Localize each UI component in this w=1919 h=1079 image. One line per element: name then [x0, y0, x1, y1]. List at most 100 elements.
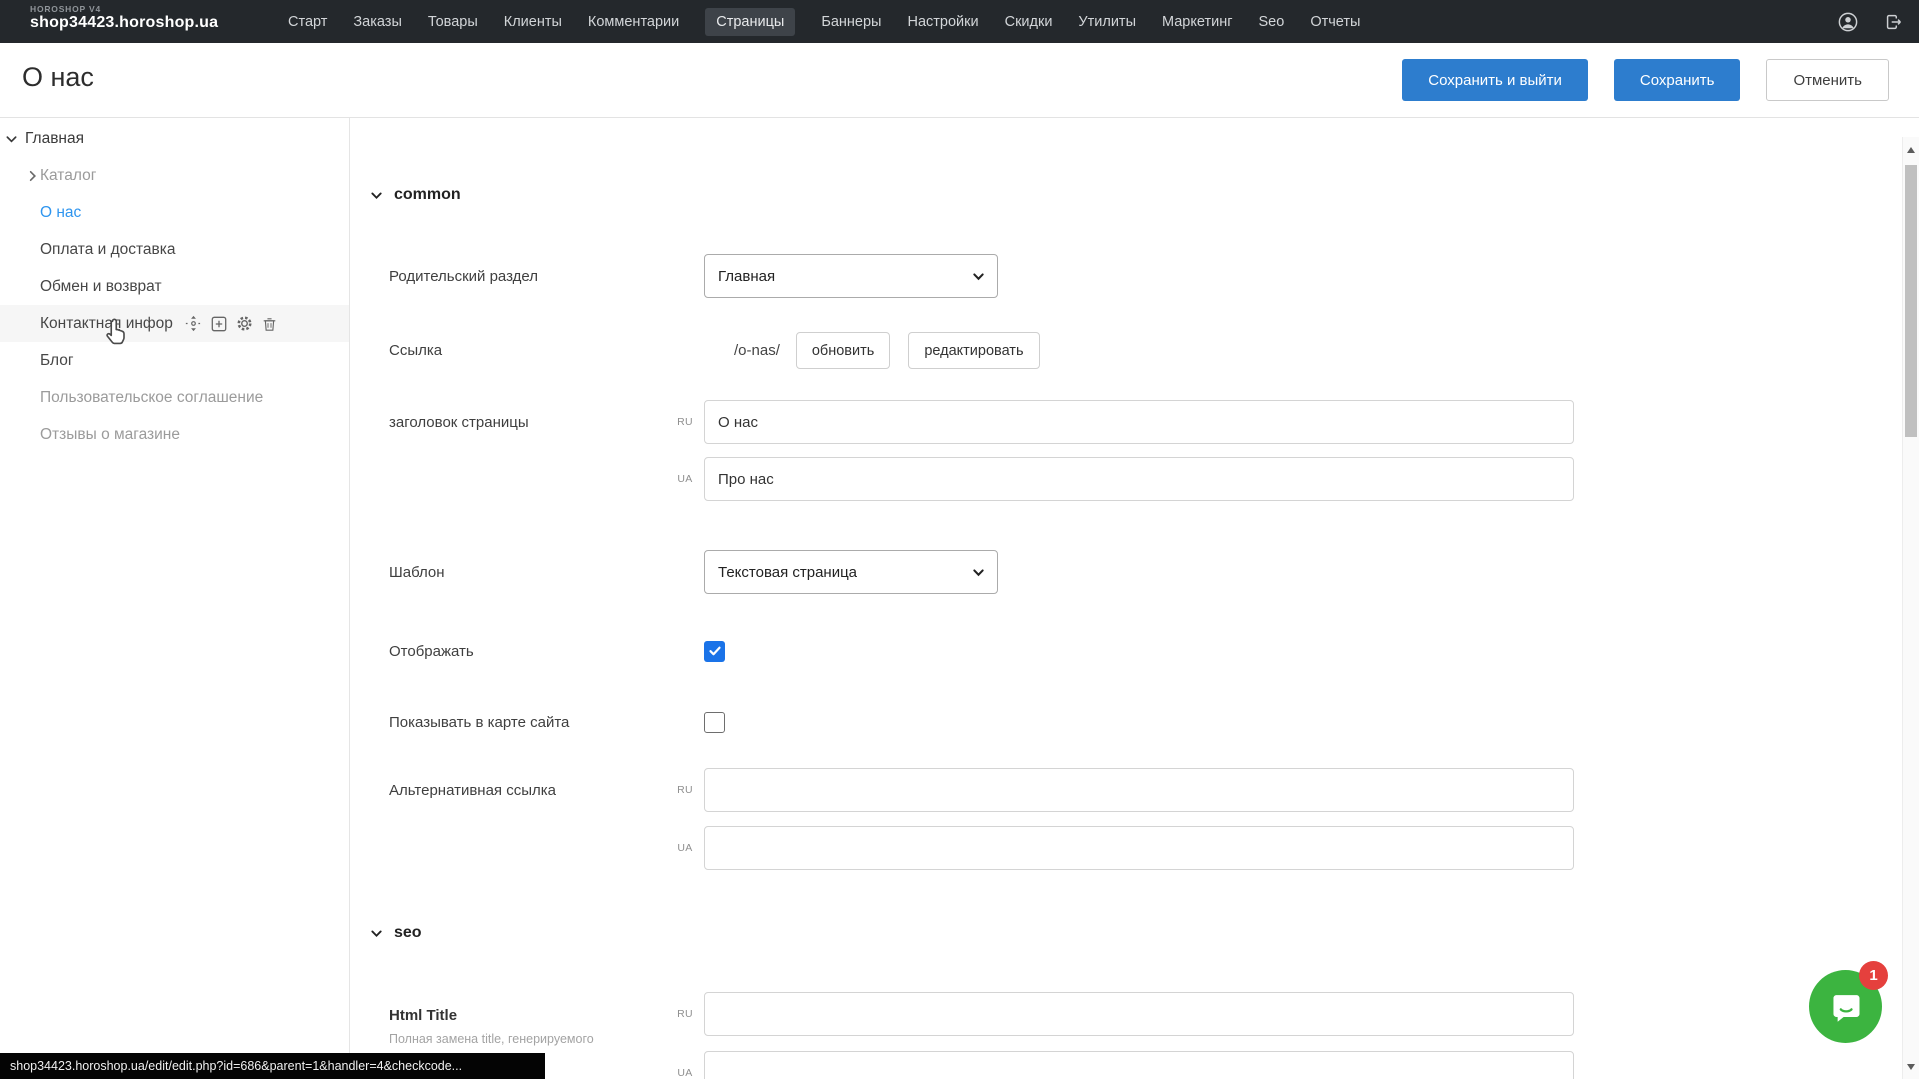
menu-item-reports[interactable]: Отчеты — [1310, 8, 1360, 36]
sidebar-item-label: Пользовательское соглашение — [40, 389, 263, 407]
logo[interactable]: HOROSHOP V4 shop34423.horoshop.ua — [30, 5, 218, 32]
menu-item-marketing[interactable]: Маркетинг — [1162, 8, 1233, 36]
chevron-down-icon — [370, 189, 383, 202]
triangle-down-icon — [1907, 1064, 1915, 1070]
menu-item-banners[interactable]: Баннеры — [821, 8, 881, 36]
edit-link-button[interactable]: редактировать — [908, 332, 1039, 369]
lang-tag-ua: UA — [670, 842, 700, 854]
sidebar-item-label: Главная — [25, 130, 84, 148]
display-row: Отображать — [389, 639, 1893, 663]
field-label: заголовок страницы — [389, 414, 670, 431]
vertical-scrollbar[interactable] — [1902, 137, 1919, 1079]
scrollbar-down-button[interactable] — [1903, 1059, 1919, 1075]
chevron-down-icon — [972, 270, 985, 283]
field-label: Html Title — [389, 1007, 670, 1024]
menu-item-products[interactable]: Товары — [428, 8, 478, 36]
field-label: Родительский раздел — [389, 268, 704, 285]
sidebar-item-label: Контактная инфор — [40, 315, 173, 333]
sidebar-item-kontaktnaya-informatsiya[interactable]: Контактная инфор — [0, 305, 349, 342]
page-title: О нас — [22, 62, 94, 93]
html-title-ua-row: UA — [389, 1051, 1893, 1079]
alt-link-input-ua[interactable] — [704, 826, 1574, 870]
menu-item-orders[interactable]: Заказы — [353, 8, 401, 36]
lang-tag-ru: RU — [670, 416, 700, 428]
logo-version-label: HOROSHOP V4 — [30, 5, 218, 14]
html-title-input-ua[interactable] — [704, 1051, 1574, 1079]
sidebar-item-label: Обмен и возврат — [40, 278, 162, 296]
account-icon[interactable] — [1837, 11, 1859, 33]
main-menu: Старт Заказы Товары Клиенты Комментарии … — [288, 0, 1360, 43]
select-value: Главная — [718, 268, 775, 285]
refresh-link-button[interactable]: обновить — [796, 332, 890, 369]
scrollbar-thumb[interactable] — [1905, 165, 1917, 437]
field-label: Ссылка — [389, 342, 704, 359]
chevron-down-icon — [972, 566, 985, 579]
field-label-block: Html Title Полная замена title, генериру… — [389, 1007, 670, 1046]
section-common-header[interactable]: common — [370, 186, 461, 204]
select-value: Текстовая страница — [718, 564, 857, 581]
sitemap-checkbox[interactable] — [704, 712, 725, 733]
chevron-right-icon[interactable] — [26, 169, 39, 182]
lang-tag-ua: UA — [670, 473, 700, 485]
menu-item-comments[interactable]: Комментарии — [588, 8, 679, 36]
sitemap-row: Показывать в карте сайта — [389, 710, 1893, 734]
menu-item-clients[interactable]: Клиенты — [504, 8, 562, 36]
alt-link-input-ru[interactable] — [704, 768, 1574, 812]
menu-item-utilities[interactable]: Утилиты — [1078, 8, 1136, 36]
sidebar-item-o-nas[interactable]: О нас — [0, 194, 349, 231]
sidebar-item-obmen-i-vozvrat[interactable]: Обмен и возврат — [0, 268, 349, 305]
section-title: seo — [394, 924, 422, 942]
sidebar-item-glavnaya[interactable]: Главная — [0, 120, 349, 157]
check-icon — [708, 644, 722, 658]
parent-section-row: Родительский раздел Главная — [389, 254, 1893, 298]
html-title-input-ru[interactable] — [704, 992, 1574, 1036]
cancel-button[interactable]: Отменить — [1766, 59, 1889, 101]
field-label: Показывать в карте сайта — [389, 714, 704, 731]
sidebar-item-blog[interactable]: Блог — [0, 342, 349, 379]
page-header: О нас Сохранить и выйти Сохранить Отмени… — [0, 43, 1919, 118]
delete-icon[interactable] — [262, 316, 277, 332]
logout-icon[interactable] — [1883, 11, 1905, 33]
menu-item-seo[interactable]: Seo — [1259, 8, 1285, 36]
sidebar-item-polzovatelskoe-soglashenie[interactable]: Пользовательское соглашение — [0, 379, 349, 416]
template-select[interactable]: Текстовая страница — [704, 550, 998, 594]
display-checkbox[interactable] — [704, 641, 725, 662]
menu-item-pages[interactable]: Страницы — [705, 8, 795, 36]
menu-item-settings[interactable]: Настройки — [907, 8, 978, 36]
parent-section-select[interactable]: Главная — [704, 254, 998, 298]
move-icon[interactable] — [185, 315, 202, 332]
section-seo-header[interactable]: seo — [370, 924, 422, 942]
sidebar-item-label: О нас — [40, 204, 81, 222]
settings-icon[interactable] — [236, 315, 253, 332]
field-hint: Полная замена title, генерируемого — [389, 1032, 670, 1046]
menu-item-discounts[interactable]: Скидки — [1005, 8, 1053, 36]
sidebar-item-oplata-i-dostavka[interactable]: Оплата и доставка — [0, 231, 349, 268]
pages-tree-sidebar: Главная Каталог О нас Оплата и доставка … — [0, 118, 350, 1079]
sidebar-item-otzyvy-o-magazine[interactable]: Отзывы о магазине — [0, 416, 349, 453]
page-title-input-ru[interactable] — [704, 400, 1574, 444]
chevron-down-icon[interactable] — [5, 132, 18, 145]
lang-tag-ua: UA — [670, 1067, 700, 1079]
field-label: Шаблон — [389, 564, 704, 581]
lang-tag-ru: RU — [670, 1008, 700, 1020]
chat-notification-badge[interactable]: 1 — [1859, 961, 1888, 990]
save-button[interactable]: Сохранить — [1614, 59, 1741, 101]
sidebar-item-label: Оплата и доставка — [40, 241, 176, 259]
sidebar-item-katalog[interactable]: Каталог — [0, 157, 349, 194]
link-path: /o-nas/ — [734, 342, 780, 359]
scrollbar-up-button[interactable] — [1903, 142, 1919, 158]
sidebar-item-label: Блог — [40, 352, 74, 370]
save-and-exit-button[interactable]: Сохранить и выйти — [1402, 59, 1588, 101]
page-title-input-ua[interactable] — [704, 457, 1574, 501]
chat-bubble-icon — [1827, 988, 1865, 1026]
field-label: Альтернативная ссылка — [389, 782, 670, 799]
link-row: Ссылка /o-nas/ обновить редактировать — [389, 332, 1893, 369]
topbar-icons — [1837, 0, 1905, 43]
page-title-ru-row: заголовок страницы RU — [389, 400, 1893, 444]
alt-link-ru-row: Альтернативная ссылка RU — [389, 768, 1893, 812]
menu-item-start[interactable]: Старт — [288, 8, 327, 36]
link-preview-statusbar: shop34423.horoshop.ua/edit/edit.php?id=6… — [0, 1053, 545, 1079]
triangle-up-icon — [1907, 147, 1915, 153]
add-icon[interactable] — [211, 316, 227, 332]
header-buttons: Сохранить и выйти Сохранить Отменить — [1402, 59, 1889, 101]
